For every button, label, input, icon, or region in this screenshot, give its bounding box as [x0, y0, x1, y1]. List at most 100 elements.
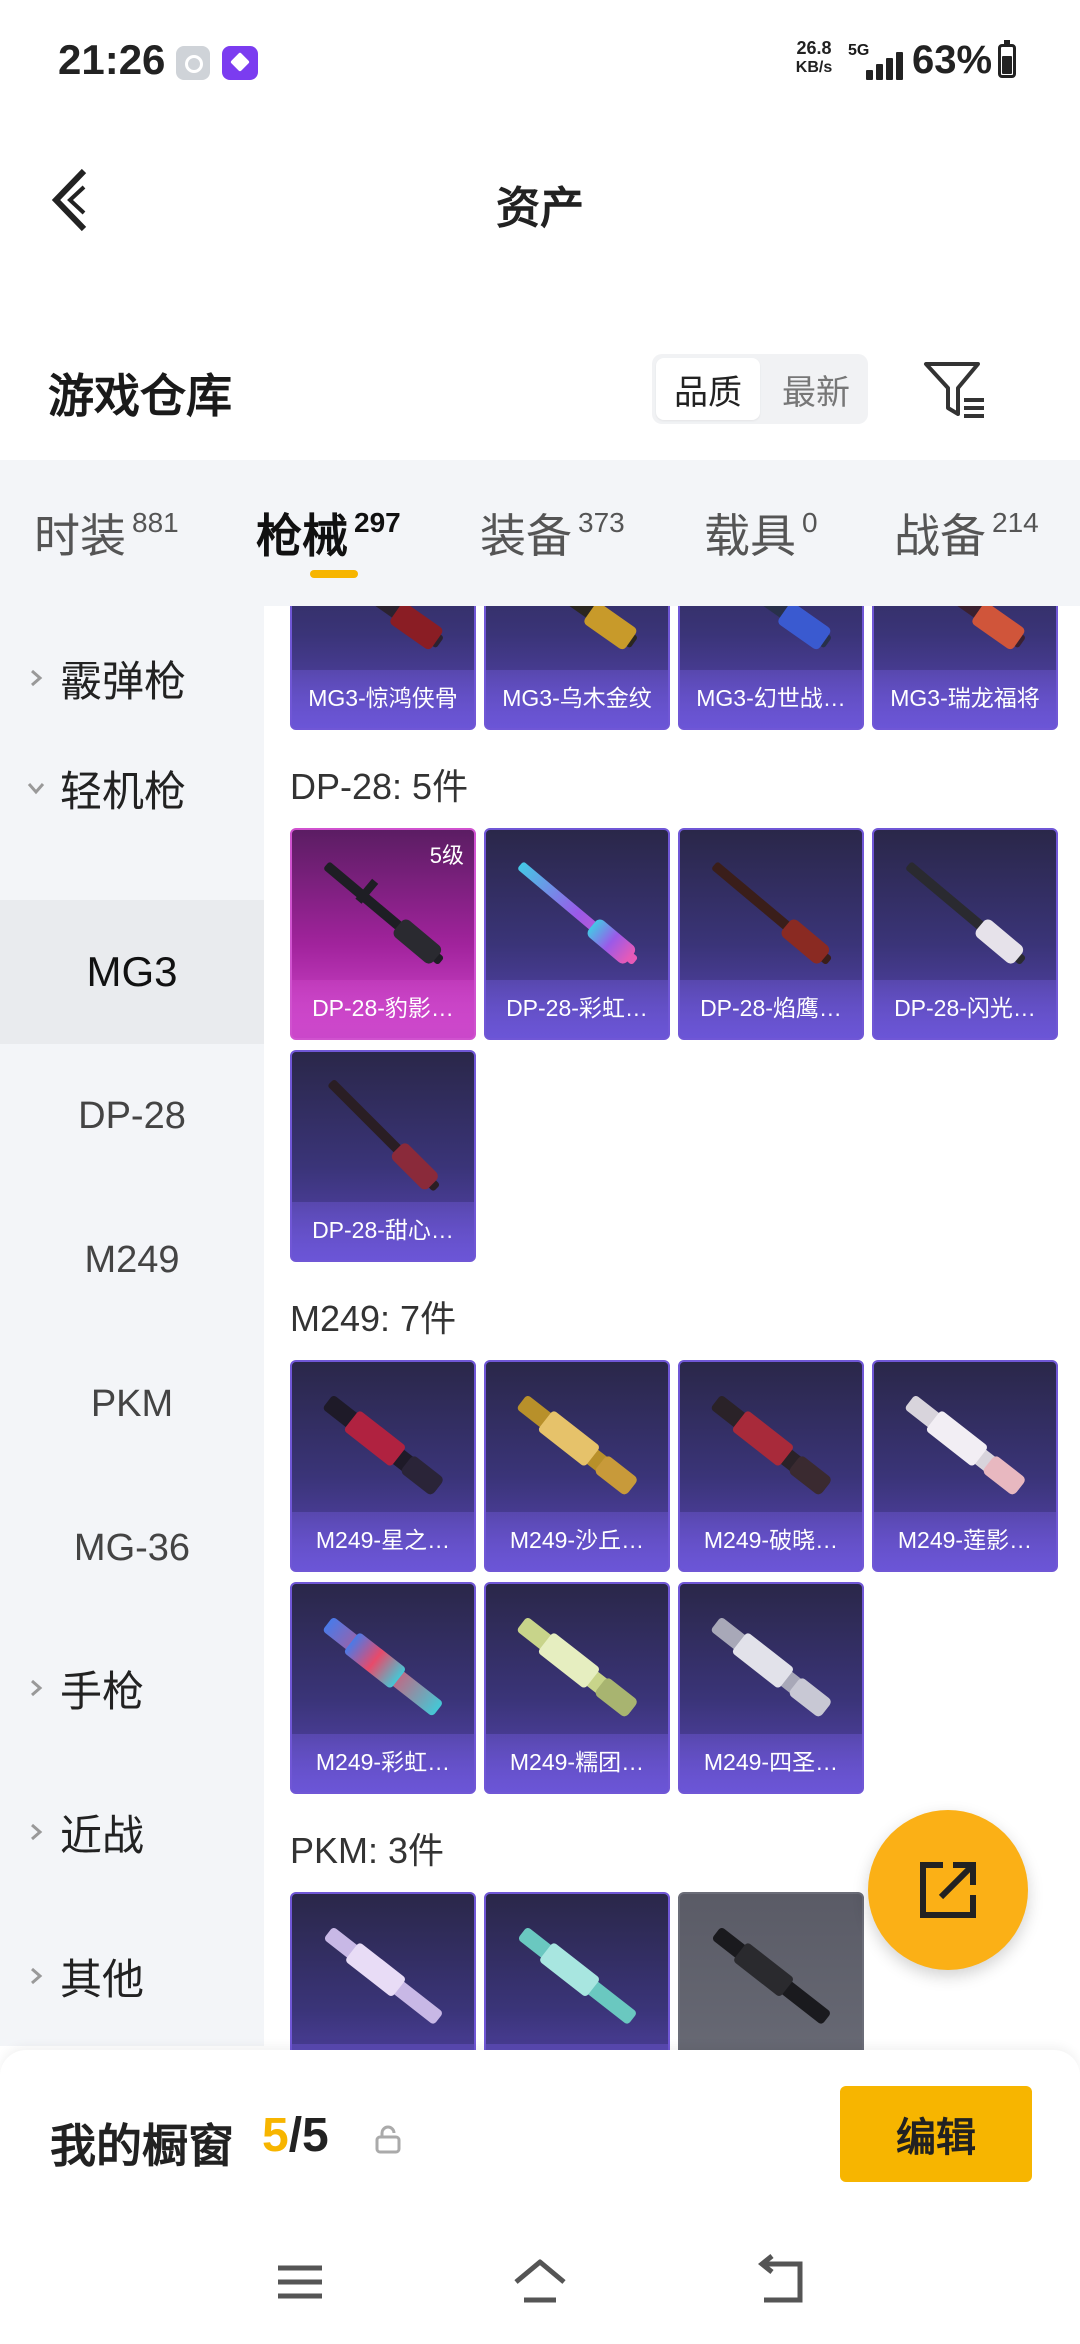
item-name: MG3-惊鸿侠骨 [308, 685, 458, 711]
sort-option-newest[interactable]: 最新 [764, 354, 868, 424]
chevron-right-icon [31, 1967, 43, 1985]
item-card[interactable]: MG3-惊鸿侠骨 [290, 606, 476, 730]
tab-vehicles[interactable]: 载具 0 [704, 500, 818, 566]
tab-label: 战备 [894, 510, 986, 562]
tab-fashion[interactable]: 时装 881 [34, 500, 179, 566]
purple-app-icon [222, 46, 258, 80]
item-card[interactable] [678, 1892, 864, 2050]
tab-supplies[interactable]: 战备 214 [894, 500, 1039, 566]
chevron-right-icon [31, 669, 43, 687]
weapon-image [712, 1928, 830, 2024]
item-card[interactable]: M249-星之… [290, 1360, 476, 1572]
item-card[interactable]: M249-糯团… [484, 1582, 670, 1794]
item-name: M249-破晓… [703, 1527, 839, 1553]
showcase-total: /5 [288, 2109, 329, 2162]
sidebar-item-m249[interactable]: M249 [0, 1188, 264, 1332]
signal-icon: 5G [848, 42, 908, 82]
signal-bar [896, 52, 903, 80]
network-speed: 26.8 KB/s [786, 38, 842, 78]
weapon-image [518, 862, 638, 965]
section-header: 游戏仓库 品质 最新 [0, 340, 1080, 450]
item-card[interactable]: M249-彩虹… [290, 1582, 476, 1794]
share-fab[interactable] [868, 1810, 1028, 1970]
tab-label: 载具 [704, 510, 796, 562]
signal-bar [866, 70, 873, 80]
item-card[interactable]: DP-28-彩虹… [484, 828, 670, 1040]
network-type: 5G [848, 42, 870, 59]
status-bar: 21:26 26.8 KB/s 5G 63% [0, 0, 1080, 120]
item-card[interactable]: 5级 DP-28-豹影… [290, 828, 476, 1040]
item-name: DP-28-甜心… [312, 1217, 454, 1243]
sidebar-item-mg36[interactable]: MG-36 [0, 1476, 264, 1620]
item-name: DP-28-彩虹… [506, 995, 648, 1021]
filter-button[interactable] [920, 356, 990, 426]
edit-button[interactable]: 编辑 [840, 2086, 1032, 2182]
group-header-pkm: PKM: 3件 [290, 1830, 445, 1871]
item-name: DP-28-闪光… [894, 995, 1036, 1021]
sidebar-item-mg3[interactable]: MG3 [0, 900, 264, 1044]
weapon-image [516, 606, 637, 650]
chevron-right-icon [31, 1823, 43, 1841]
status-time: 21:26 [58, 36, 166, 83]
sidebar-item-lmg[interactable]: 轻机枪 [0, 716, 264, 860]
section-title: 游戏仓库 [48, 370, 232, 422]
sort-toggle: 品质 最新 [652, 354, 868, 424]
item-card[interactable]: MG3-幻世战… [678, 606, 864, 730]
sidebar-item-label: MG3 [86, 948, 178, 995]
item-card[interactable] [290, 1892, 476, 2050]
page-title: 资产 [496, 184, 584, 233]
signal-bar [876, 64, 883, 80]
sort-option-quality[interactable]: 品质 [656, 358, 760, 420]
item-name: MG3-瑞龙福将 [890, 685, 1040, 711]
category-tabs: 时装 881 枪械 297 装备 373 载具 0 战备 214 [0, 460, 1080, 606]
tab-label: 时装 [34, 510, 126, 562]
tab-count: 297 [354, 507, 401, 538]
signal-bar [886, 58, 893, 80]
item-card[interactable]: M249-四圣… [678, 1582, 864, 1794]
weapon-image [712, 862, 832, 965]
showcase-label: 我的橱窗 [50, 2120, 234, 2172]
sidebar-item-pistol[interactable]: 手枪 [0, 1616, 264, 1760]
showcase-bar: 我的橱窗 5/5 编辑 [0, 2050, 1080, 2220]
item-level: 5级 [429, 843, 464, 868]
sidebar-item-label: 轻机枪 [60, 767, 187, 815]
tab-label: 枪械 [256, 510, 348, 562]
item-name: MG3-乌木金纹 [502, 685, 652, 711]
weapon-image [322, 606, 443, 650]
item-card[interactable]: DP-28-闪光… [872, 828, 1058, 1040]
system-nav-bar [0, 2220, 1080, 2344]
tab-count: 214 [992, 507, 1039, 538]
weapon-image [711, 1618, 831, 1717]
tab-equipment[interactable]: 装备 373 [480, 500, 625, 566]
item-card[interactable]: MG3-瑞龙福将 [872, 606, 1058, 730]
tab-firearms[interactable]: 枪械 297 [256, 500, 401, 566]
tab-label: 装备 [480, 510, 572, 562]
item-card[interactable]: DP-28-焰鹰… [678, 828, 864, 1040]
chevron-down-icon [27, 783, 45, 795]
item-card[interactable]: M249-破晓… [678, 1360, 864, 1572]
home-icon[interactable] [510, 2254, 570, 2310]
weapon-image [323, 1618, 442, 1716]
item-card[interactable]: DP-28-甜心… [290, 1050, 476, 1262]
sidebar-item-label: 近战 [60, 1811, 145, 1859]
showcase-count: 5/5 [262, 2108, 329, 2163]
item-name: M249-星之… [315, 1527, 451, 1553]
menu-icon[interactable] [270, 2254, 330, 2310]
sidebar-item-melee[interactable]: 近战 [0, 1760, 264, 1904]
sidebar: 霰弹枪 轻机枪 MG3 DP-28 M249 PKM MG-36 手枪 近战 其… [0, 606, 264, 2046]
item-card[interactable] [484, 1892, 670, 2050]
battery-fill [1002, 56, 1012, 74]
item-card[interactable]: M249-沙丘… [484, 1360, 670, 1572]
back-icon[interactable] [750, 2254, 810, 2310]
network-speed-value: 26.8 [796, 38, 832, 58]
item-name: DP-28-豹影… [312, 995, 454, 1021]
weapon-image [324, 1928, 442, 2024]
weapon-image [904, 606, 1025, 650]
sidebar-item-other[interactable]: 其他 [0, 1904, 264, 2046]
sidebar-item-dp28[interactable]: DP-28 [0, 1044, 264, 1188]
tab-count: 373 [578, 507, 625, 538]
item-card[interactable]: M249-莲影… [872, 1360, 1058, 1572]
weapon-image [517, 1618, 637, 1717]
sidebar-item-pkm[interactable]: PKM [0, 1332, 264, 1476]
item-card[interactable]: MG3-乌木金纹 [484, 606, 670, 730]
